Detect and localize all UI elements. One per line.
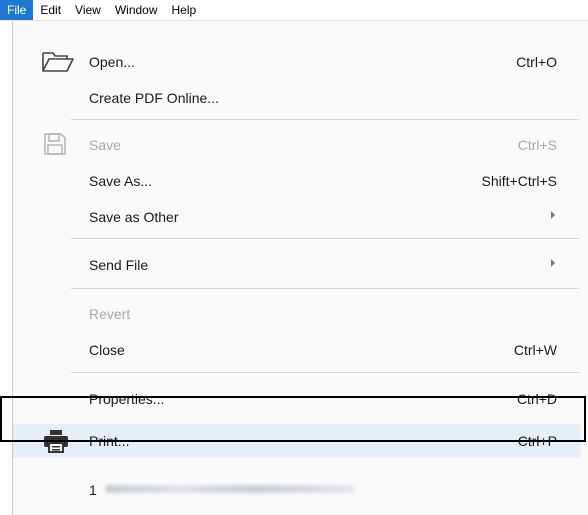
send-file-label: Send File xyxy=(89,257,149,273)
menu-edit[interactable]: Edit xyxy=(33,0,68,20)
menu-item-open[interactable]: Open... Ctrl+O xyxy=(13,45,581,79)
separator xyxy=(71,119,579,120)
submenu-arrow-icon xyxy=(551,259,555,267)
save-as-shortcut: Shift+Ctrl+S xyxy=(481,173,557,189)
separator xyxy=(71,238,579,239)
menu-help[interactable]: Help xyxy=(165,0,204,20)
menu-item-recent-file[interactable]: 1 xyxy=(13,473,581,507)
revert-label: Revert xyxy=(89,306,131,322)
menu-item-create-pdf[interactable]: Create PDF Online... xyxy=(13,81,581,115)
menu-item-close[interactable]: Close Ctrl+W xyxy=(13,333,581,367)
recent-file-number: 1 xyxy=(89,482,97,498)
menu-item-send-file[interactable]: Send File xyxy=(13,248,581,282)
close-shortcut: Ctrl+W xyxy=(513,342,557,358)
save-as-other-label: Save as Other xyxy=(89,209,179,225)
submenu-arrow-icon xyxy=(551,211,555,219)
menu-view[interactable]: View xyxy=(68,0,108,20)
save-label: Save xyxy=(89,137,121,153)
open-label: Open... xyxy=(89,54,135,70)
menu-bar: File Edit View Window Help xyxy=(0,0,588,21)
create-pdf-label: Create PDF Online... xyxy=(89,90,219,106)
close-label: Close xyxy=(89,342,125,358)
print-highlight-frame xyxy=(0,396,586,442)
menu-window[interactable]: Window xyxy=(108,0,165,20)
menu-item-save-as-other[interactable]: Save as Other xyxy=(13,200,581,234)
menu-item-revert[interactable]: Revert xyxy=(13,297,581,331)
menu-item-save[interactable]: Save Ctrl+S xyxy=(13,128,581,162)
separator xyxy=(71,372,579,373)
separator xyxy=(71,288,579,289)
menu-file[interactable]: File xyxy=(0,0,34,20)
open-shortcut: Ctrl+O xyxy=(516,54,557,70)
save-icon xyxy=(43,132,67,159)
menu-item-save-as[interactable]: Save As... Shift+Ctrl+S xyxy=(13,164,581,198)
save-shortcut: Ctrl+S xyxy=(517,137,557,153)
folder-open-icon xyxy=(41,50,75,77)
recent-file-name-redacted xyxy=(105,485,355,493)
save-as-label: Save As... xyxy=(89,173,153,189)
